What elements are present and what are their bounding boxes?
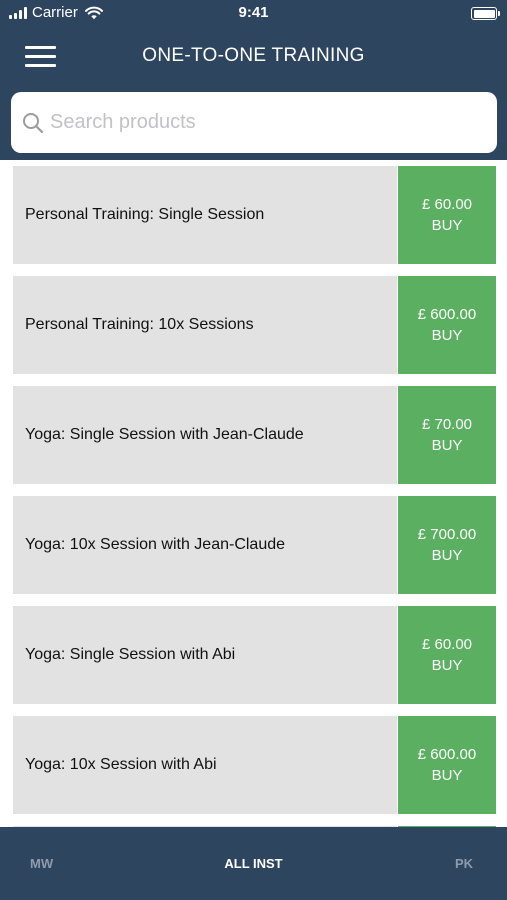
buy-label: BUY — [431, 437, 463, 454]
tab-all-inst[interactable]: ALL INST — [0, 856, 507, 871]
product-price: £ 600.00 — [417, 306, 477, 323]
product-name: Yoga: 10x Session with Jean-Claude — [13, 496, 397, 594]
tab-pk[interactable]: PK — [455, 856, 473, 871]
nav-bar: ONE-TO-ONE TRAINING — [0, 30, 507, 85]
app-header: Carrier 9:41 ONE-TO-ONE TRAINING — [0, 0, 507, 160]
buy-label: BUY — [431, 327, 463, 344]
product-price: £ 60.00 — [421, 196, 473, 213]
buy-label: BUY — [431, 657, 463, 674]
clock: 9:41 — [238, 4, 269, 21]
buy-button[interactable]: £ 600.00 BUY — [398, 276, 496, 374]
product-price: £ 70.00 — [421, 416, 473, 433]
product-price: £ 600.00 — [417, 746, 477, 763]
product-row: Yoga: 10x Session with Jean-Claude £ 700… — [13, 496, 496, 594]
search-icon — [23, 112, 44, 133]
product-name: Yoga: 10x Session with Abi — [13, 716, 397, 814]
buy-button[interactable]: £ 60.00 BUY — [398, 606, 496, 704]
battery-icon — [471, 7, 500, 20]
buy-label: BUY — [431, 217, 463, 234]
status-bar: Carrier 9:41 — [0, 0, 507, 30]
buy-label: BUY — [431, 767, 463, 784]
product-price: £ 700.00 — [417, 526, 477, 543]
buy-button[interactable]: £ 70.00 BUY — [398, 386, 496, 484]
buy-button[interactable]: £ 60.00 BUY — [398, 166, 496, 264]
product-name: Yoga: Single Session with Abi — [13, 606, 397, 704]
product-name: Yoga: Single Session with Jean-Claude — [13, 386, 397, 484]
product-row: Yoga: 10x Session with Abi £ 600.00 BUY — [13, 716, 496, 814]
buy-button[interactable]: £ 600.00 BUY — [398, 716, 496, 814]
product-name: Personal Training: Single Session — [13, 166, 397, 264]
product-row: Personal Training: 10x Sessions £ 600.00… — [13, 276, 496, 374]
buy-button[interactable]: £ 700.00 BUY — [398, 496, 496, 594]
product-name: Personal Training: 10x Sessions — [13, 276, 397, 374]
page-title: ONE-TO-ONE TRAINING — [142, 45, 365, 66]
search-input[interactable] — [50, 102, 497, 143]
product-row: Personal Training: Single Session £ 60.0… — [13, 166, 496, 264]
search-bar[interactable] — [11, 92, 497, 153]
buy-label: BUY — [431, 547, 463, 564]
product-row: Yoga: Single Session with Jean-Claude £ … — [13, 386, 496, 484]
product-list: Personal Training: Single Session £ 60.0… — [0, 160, 507, 827]
product-price: £ 60.00 — [421, 636, 473, 653]
bottom-tab-bar: MW ALL INST PK — [0, 827, 507, 900]
product-row: Yoga: Single Session with Abi £ 60.00 BU… — [13, 606, 496, 704]
